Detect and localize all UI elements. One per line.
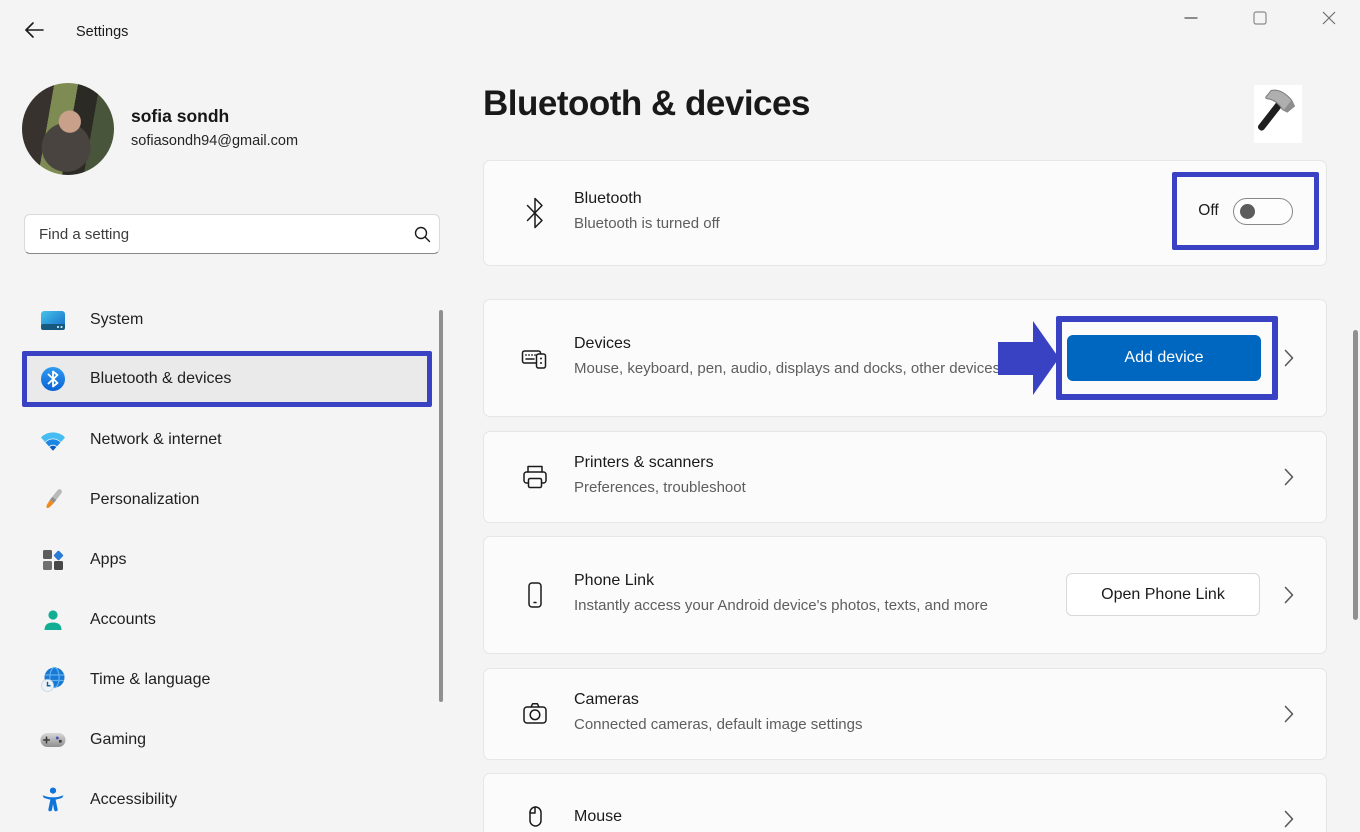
accessibility-icon [40,787,66,813]
sidebar-item-gaming[interactable]: Gaming [24,714,431,766]
apps-icon [40,547,66,573]
mouse-icon [520,804,550,832]
close-button[interactable] [1306,2,1352,38]
sidebar-item-label: System [90,311,143,329]
sidebar-item-label: Apps [90,551,126,569]
sidebar-item-accessibility[interactable]: Accessibility [24,774,431,826]
profile-email: sofiasondh94@gmail.com [131,133,298,149]
add-device-button[interactable]: Add device [1067,335,1261,381]
chevron-right-icon [1284,810,1294,828]
printer-icon [520,462,550,492]
devices-icon [520,343,550,373]
chevron-right-icon [1284,349,1294,367]
printers-scanners-row[interactable]: Printers & scanners Preferences, trouble… [483,431,1327,523]
cameras-row-title: Cameras [574,691,1284,709]
maximize-icon [1253,11,1267,30]
phone-icon [520,580,550,610]
camera-icon [520,699,550,729]
sidebar-item-label: Gaming [90,731,146,749]
settings-window: Settings sofia sondh sofiasondh94@gmail.… [0,0,1360,832]
sidebar-item-label: Accessibility [90,791,177,809]
sidebar-item-network-internet[interactable]: Network & internet [24,414,431,466]
hammer-icon [1254,85,1302,143]
search-icon [405,225,439,243]
network-icon [40,427,66,453]
personalization-icon [40,487,66,513]
mouse-row-title: Mouse [574,808,1284,826]
back-arrow-icon [22,18,46,47]
chevron-right-icon [1284,468,1294,486]
devices-row-subtitle: Mouse, keyboard, pen, audio, displays an… [574,358,1009,381]
sidebar-item-label: Time & language [90,671,210,689]
cameras-row[interactable]: Cameras Connected cameras, default image… [483,668,1327,760]
sidebar-item-apps[interactable]: Apps [24,534,431,586]
window-title: Settings [76,24,128,40]
accounts-icon [40,607,66,633]
minimize-button[interactable] [1168,2,1214,38]
chevron-right-icon [1284,586,1294,604]
open-phone-link-button[interactable]: Open Phone Link [1066,573,1260,616]
sidebar-item-accounts[interactable]: Accounts [24,594,431,646]
sidebar-item-label: Accounts [90,611,156,629]
bluetooth-icon [40,366,66,392]
maximize-button[interactable] [1237,2,1283,38]
mouse-row[interactable]: Mouse [483,773,1327,832]
search-box [24,214,440,254]
time-language-icon [40,667,66,693]
sidebar-item-system[interactable]: System [24,294,431,346]
toggle-knob [1240,204,1255,219]
sidebar-item-label: Network & internet [90,431,222,449]
close-icon [1322,11,1336,30]
chevron-right-icon [1284,705,1294,723]
profile-name: sofia sondh [131,106,229,127]
sidebar-item-label: Personalization [90,491,199,509]
sidebar-scrollbar[interactable] [439,310,443,702]
sidebar-item-label: Bluetooth & devices [90,370,231,388]
bluetooth-rune-icon [520,198,550,228]
bluetooth-toggle-group: Off [1172,172,1319,250]
sidebar-item-personalization[interactable]: Personalization [24,474,431,526]
bluetooth-toggle[interactable] [1233,198,1293,225]
gaming-icon [40,727,66,753]
sidebar-item-time-language[interactable]: Time & language [24,654,431,706]
back-button[interactable] [18,17,50,47]
main-scrollbar[interactable] [1353,330,1358,620]
printers-row-title: Printers & scanners [574,454,1284,472]
printers-row-subtitle: Preferences, troubleshoot [574,477,1284,500]
minimize-icon [1184,11,1198,30]
system-icon [40,307,66,333]
cameras-row-subtitle: Connected cameras, default image setting… [574,714,1284,737]
bluetooth-toggle-label: Off [1198,202,1218,220]
phone-link-row-subtitle: Instantly access your Android device's p… [574,595,1009,618]
search-input[interactable] [25,226,405,243]
sidebar-item-bluetooth-devices[interactable]: Bluetooth & devices [24,353,431,405]
avatar [22,83,114,175]
page-title: Bluetooth & devices [483,84,810,124]
